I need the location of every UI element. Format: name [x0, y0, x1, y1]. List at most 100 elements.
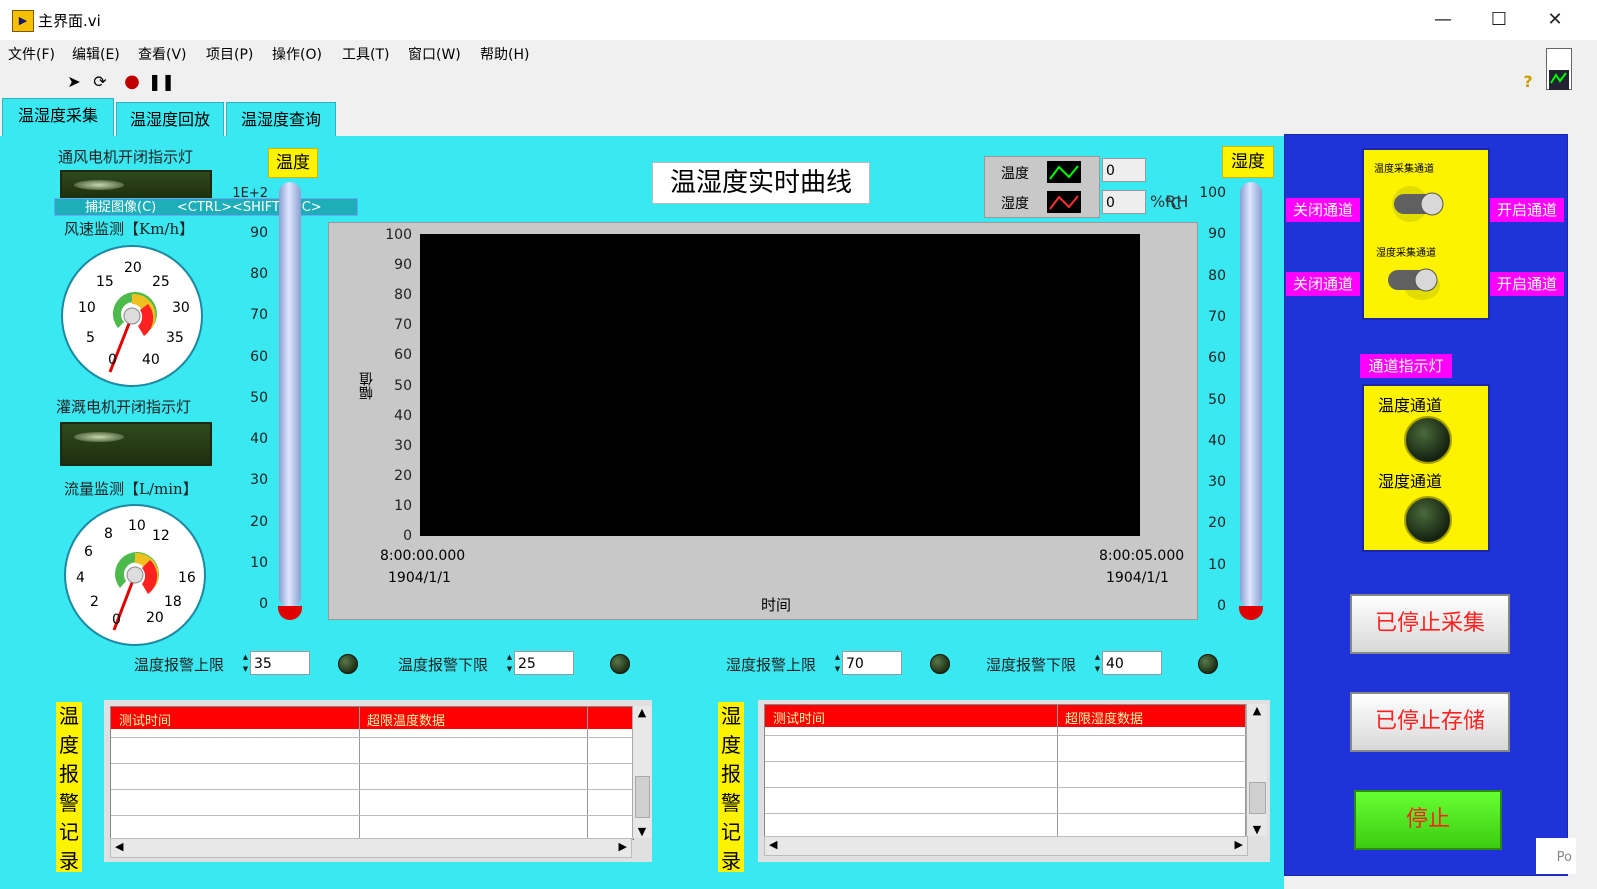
graph-y-tick: 40 — [394, 407, 412, 424]
legend-temp-name: 温度 — [1001, 166, 1029, 182]
temp-scale-tick: 80 — [250, 266, 268, 283]
legend-temp-value: 0 — [1102, 158, 1146, 182]
hum-scale-tick: 80 — [1208, 267, 1226, 284]
hum-lower-spinner[interactable]: ▲ ▼ — [1094, 651, 1101, 675]
channel-indicator-title: 通道指示灯 — [1360, 354, 1452, 378]
menu-view[interactable]: 查看(V) — [138, 44, 187, 64]
hum-upper-spinner[interactable]: ▲ ▼ — [834, 651, 841, 675]
temp-scale-tick: 20 — [250, 513, 268, 530]
legend-hum-name: 湿度 — [1001, 196, 1029, 212]
menu-bar: 文件(F) 编辑(E) 查看(V) 项目(P) 操作(O) 工具(T) 窗口(W… — [0, 40, 1597, 66]
wind-tick-30: 30 — [172, 300, 190, 316]
wind-tick-25: 25 — [152, 274, 170, 290]
temp-thermometer[interactable] — [279, 182, 301, 608]
title-bar: ▶ 主界面.vi — ☐ ✕ — [0, 0, 1597, 41]
capture-image-menuitem[interactable]: 捕捉图像(C) <CTRL><SHIFT><C> — [54, 198, 358, 216]
temp-upper-spinner[interactable]: ▲ ▼ — [242, 651, 249, 675]
stop-button[interactable]: 停止 — [1354, 790, 1502, 850]
wind-tick-5: 5 — [86, 330, 95, 346]
hum-alarm-upper-label: 湿度报警上限 — [726, 656, 817, 674]
hum-scale-tick: 30 — [1208, 474, 1226, 491]
graph-y-label: 幅值 — [359, 372, 375, 400]
graph-y-tick: 10 — [394, 497, 412, 514]
switch1-label: 温度采集通道 — [1374, 164, 1434, 175]
hum-alarm-table[interactable]: 测试时间 超限湿度数据 — [764, 704, 1248, 838]
hum-table-vscroll[interactable]: ▲ ▼ — [1246, 704, 1267, 836]
temp-alarm-record-title: 温度报警记录 — [56, 702, 82, 873]
flow-tick-6: 6 — [84, 544, 93, 560]
wind-tick-10: 10 — [78, 300, 96, 316]
plot-area[interactable] — [420, 234, 1140, 536]
pause-icon[interactable]: ❚❚ — [148, 72, 175, 92]
temp-alarm-table[interactable]: 测试时间 超限温度数据 — [110, 706, 634, 840]
legend-hum-plot-icon — [1047, 191, 1081, 213]
switch2-label: 湿度采集通道 — [1376, 248, 1436, 259]
menu-project[interactable]: 项目(P) — [206, 44, 253, 64]
graph-y-tick: 70 — [394, 317, 412, 334]
hum-thermometer[interactable] — [1240, 182, 1262, 608]
flow-gauge[interactable]: 0 2 4 6 8 10 12 16 18 20 — [62, 502, 208, 648]
hum-channel-label: 湿度通道 — [1378, 472, 1443, 491]
menu-window[interactable]: 窗口(W) — [408, 44, 461, 64]
graph-y-tick: 90 — [394, 257, 412, 274]
hum-scale-tick: 0 — [1217, 598, 1226, 614]
hum-alarm-lower-input[interactable]: 40 — [1102, 651, 1162, 675]
temp-gauge-title: 温度 — [268, 148, 318, 178]
temp-upper-alarm-led — [338, 654, 358, 674]
graph-y-tick: 60 — [394, 347, 412, 364]
stop-storage-button[interactable]: 已停止存储 — [1350, 692, 1510, 752]
tab-query[interactable]: 温湿度查询 — [226, 102, 336, 137]
help-icon[interactable]: ? — [1518, 72, 1538, 92]
open-channel-2: 开启通道 — [1490, 272, 1564, 296]
wind-tick-0: 0 — [108, 352, 117, 368]
col-over-hum: 超限湿度数据 — [1065, 712, 1144, 727]
minimize-button[interactable]: — — [1428, 8, 1458, 32]
graph-legend[interactable]: 温度 湿度 — [984, 156, 1100, 218]
tab-strip: 温湿度采集 温湿度回放 温湿度查询 — [0, 98, 1597, 138]
menu-tools[interactable]: 工具(T) — [342, 44, 389, 64]
tab-playback[interactable]: 温湿度回放 — [116, 102, 224, 137]
wind-tick-15: 15 — [96, 274, 114, 290]
graph-y-tick: 50 — [394, 377, 412, 394]
menu-help[interactable]: 帮助(H) — [480, 44, 529, 64]
temp-alarm-upper-label: 温度报警上限 — [134, 656, 225, 674]
menu-file[interactable]: 文件(F) — [8, 44, 55, 64]
abort-icon[interactable]: ● — [122, 72, 142, 92]
wind-speed-gauge[interactable]: 0 5 10 15 20 25 30 35 40 — [60, 244, 204, 388]
graph-title: 温湿度实时曲线 — [652, 162, 870, 204]
temp-lower-spinner[interactable]: ▲ ▼ — [506, 651, 513, 675]
close-button[interactable]: ✕ — [1540, 8, 1570, 32]
tab-acquisition[interactable]: 温湿度采集 — [2, 98, 114, 137]
temp-scale-tick: 60 — [250, 348, 268, 365]
temp-alarm-upper-input[interactable]: 35 — [250, 651, 310, 675]
menu-edit[interactable]: 编辑(E) — [72, 44, 120, 64]
temp-scale-tick: 70 — [250, 307, 268, 324]
temp-table-vscroll[interactable]: ▲ ▼ — [632, 706, 651, 838]
wind-speed-label: 风速监测【Km/h】 — [64, 220, 195, 238]
hum-scale-tick: 10 — [1208, 556, 1226, 573]
temp-alarm-lower-input[interactable]: 25 — [514, 651, 574, 675]
maximize-button[interactable]: ☐ — [1484, 8, 1514, 32]
stop-acquisition-button[interactable]: 已停止采集 — [1350, 594, 1510, 654]
col-test-time: 测试时间 — [119, 714, 172, 729]
temp-table-hscroll[interactable]: ◀ ▶ — [110, 838, 632, 858]
temp-channel-toggle[interactable] — [1388, 184, 1452, 224]
temp-scale-tick: 0 — [259, 596, 268, 612]
run-continuous-icon[interactable]: ⟳ — [90, 72, 110, 92]
hum-alarm-upper-input[interactable]: 70 — [842, 651, 902, 675]
run-arrow-icon[interactable]: ➤ — [64, 72, 84, 92]
wind-tick-40: 40 — [142, 352, 160, 368]
hum-table-hscroll[interactable]: ◀ ▶ — [764, 836, 1248, 856]
col-over-temp: 超限温度数据 — [367, 714, 446, 729]
hum-channel-toggle[interactable] — [1382, 260, 1446, 300]
wind-tick-20: 20 — [124, 260, 142, 276]
channel-switch-box: 温度采集通道 湿度采集通道 — [1362, 148, 1490, 320]
menu-operate[interactable]: 操作(O) — [272, 44, 322, 64]
labview-app-icon: ▶ — [12, 10, 34, 32]
temp-alarm-lower-label: 温度报警下限 — [398, 656, 489, 674]
graph-y-tick: 80 — [394, 287, 412, 304]
temp-channel-led — [1404, 416, 1452, 464]
temp-scale-tick: 30 — [250, 472, 268, 489]
temp-scale-tick: 50 — [250, 389, 268, 406]
table-header: 测试时间 超限湿度数据 — [765, 705, 1247, 727]
